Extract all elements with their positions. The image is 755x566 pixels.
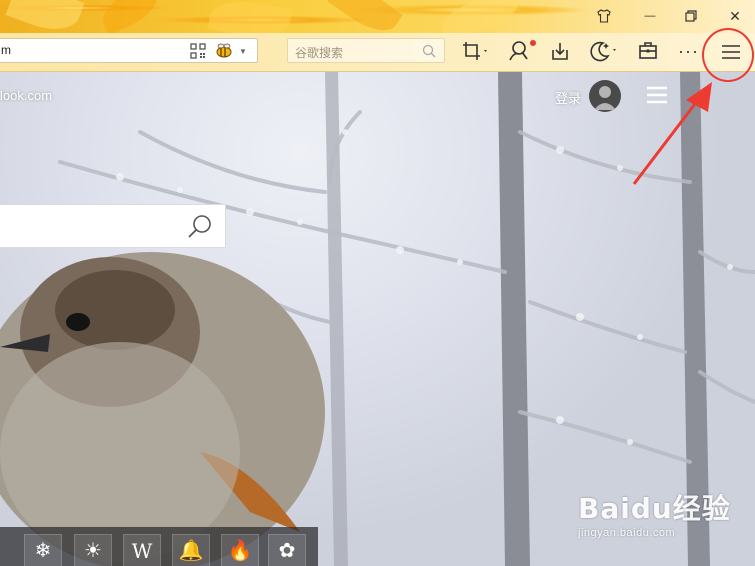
night-mode-icon — [590, 41, 616, 62]
toolbox-icon — [639, 42, 657, 59]
theme-flame-button[interactable]: 🔥 — [221, 534, 259, 566]
minimize-icon: — — [644, 10, 656, 22]
bell-icon: 🔔 — [178, 540, 204, 562]
snowflake-icon: ❄ — [34, 540, 52, 562]
user-avatar-icon — [594, 86, 616, 110]
theme-bird-button[interactable]: ✿ — [268, 534, 306, 566]
bulb-icon: ☀ — [84, 540, 102, 562]
watermark-logo: Baidu经验 — [578, 492, 731, 525]
crop-icon — [463, 42, 487, 60]
leaf-decoration — [327, 0, 403, 33]
annotation-arrow — [632, 82, 712, 185]
theme-bulb-button[interactable]: ☀ — [74, 534, 112, 566]
bird-icon: ✿ — [278, 540, 296, 562]
qr-code-icon[interactable] — [190, 43, 206, 59]
flame-icon: 🔥 — [227, 540, 253, 562]
site-url-text[interactable]: look.com — [0, 88, 52, 103]
leaf-decoration — [207, 0, 293, 33]
restore-icon — [685, 10, 697, 22]
toolbox-button[interactable] — [638, 40, 658, 62]
theme-snow-button[interactable]: ❄ — [24, 534, 62, 566]
title-bar: — ✕ — [0, 0, 755, 33]
leaf-decoration — [96, 0, 164, 33]
watermark-url: jingyan.baidu.com — [578, 527, 676, 539]
toolbar: m ▼ 谷歌搜索 ··· — [0, 33, 755, 72]
night-mode-button[interactable] — [588, 40, 620, 62]
login-link[interactable]: 登录 — [555, 88, 581, 107]
user-search-button[interactable] — [507, 40, 537, 62]
skin-button[interactable] — [592, 5, 616, 27]
more-button[interactable]: ··· — [678, 40, 699, 62]
close-icon: ✕ — [729, 7, 741, 24]
theme-bar: ❄ ☀ W 🔔 🔥 ✿ — [0, 527, 318, 566]
address-bar[interactable]: m ▼ — [0, 38, 258, 63]
download-button[interactable] — [550, 40, 570, 62]
address-text: m — [1, 43, 11, 57]
bing-search-input[interactable] — [0, 204, 226, 248]
bee-icon[interactable] — [215, 42, 233, 60]
theme-bell-button[interactable]: 🔔 — [172, 534, 210, 566]
w-icon: W — [131, 538, 153, 563]
watermark: Baidu经验 jingyan.baidu.com — [578, 487, 731, 539]
leaf-decoration — [437, 0, 523, 33]
address-dropdown-icon[interactable]: ▼ — [239, 47, 247, 56]
avatar[interactable] — [589, 80, 621, 112]
search-icon[interactable] — [187, 214, 213, 240]
leaf-decoration — [5, 0, 85, 33]
search-box[interactable]: 谷歌搜索 — [287, 38, 445, 63]
user-search-icon — [509, 40, 536, 61]
close-button[interactable]: ✕ — [723, 5, 747, 27]
theme-w-button[interactable]: W — [123, 534, 161, 566]
download-icon — [552, 43, 568, 60]
highlight-circle — [702, 28, 754, 82]
screenshot-button[interactable] — [462, 40, 490, 62]
search-placeholder: 谷歌搜索 — [295, 46, 344, 60]
restore-button[interactable] — [679, 5, 703, 27]
search-icon[interactable] — [422, 44, 436, 58]
minimize-button[interactable]: — — [638, 5, 662, 27]
skin-icon — [597, 9, 611, 23]
more-icon: ··· — [678, 40, 699, 61]
